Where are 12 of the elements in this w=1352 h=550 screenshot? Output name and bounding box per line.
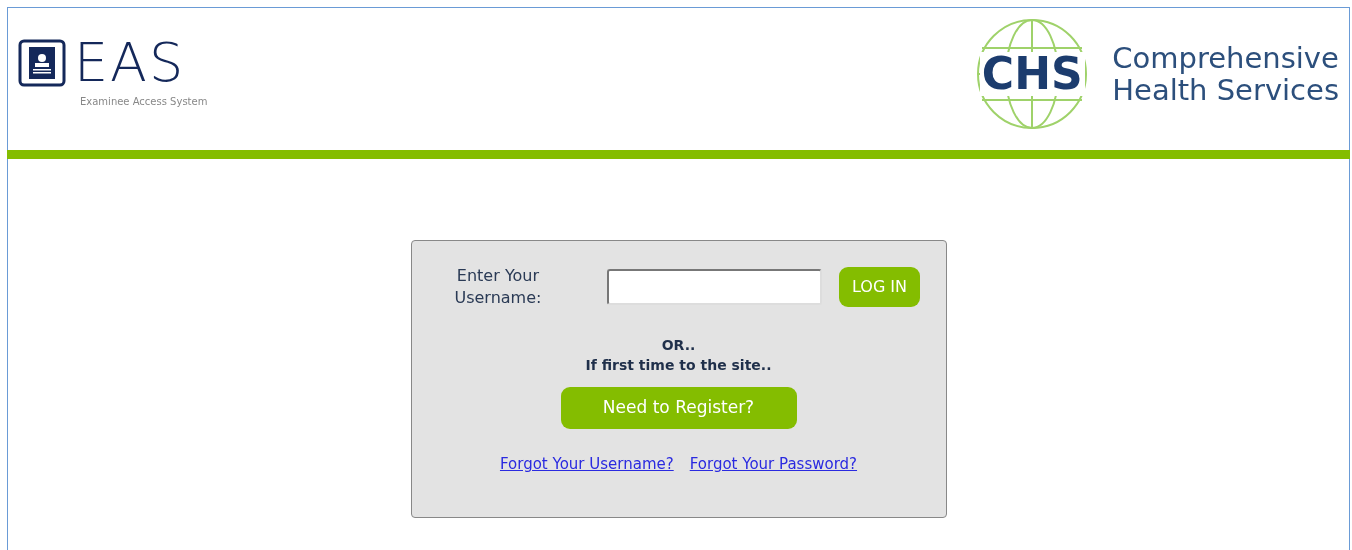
first-time-text: If first time to the site.. (585, 356, 772, 375)
company-name-line: Health Services (1112, 74, 1339, 106)
company-name-line: Comprehensive (1112, 42, 1339, 74)
or-text: OR.. (661, 336, 696, 355)
chs-mark: CHS (979, 52, 1085, 96)
username-field[interactable] (606, 269, 822, 305)
username-label: Enter Your Username: (453, 265, 543, 309)
forgot-link[interactable]: Forgot Your Username? (499, 453, 674, 476)
badge-icon (18, 39, 66, 87)
eas-wordmark: EAS (74, 36, 186, 90)
forgot-link[interactable]: Forgot Your Password? (689, 453, 858, 476)
eas-tagline: Examinee Access System (80, 95, 208, 109)
